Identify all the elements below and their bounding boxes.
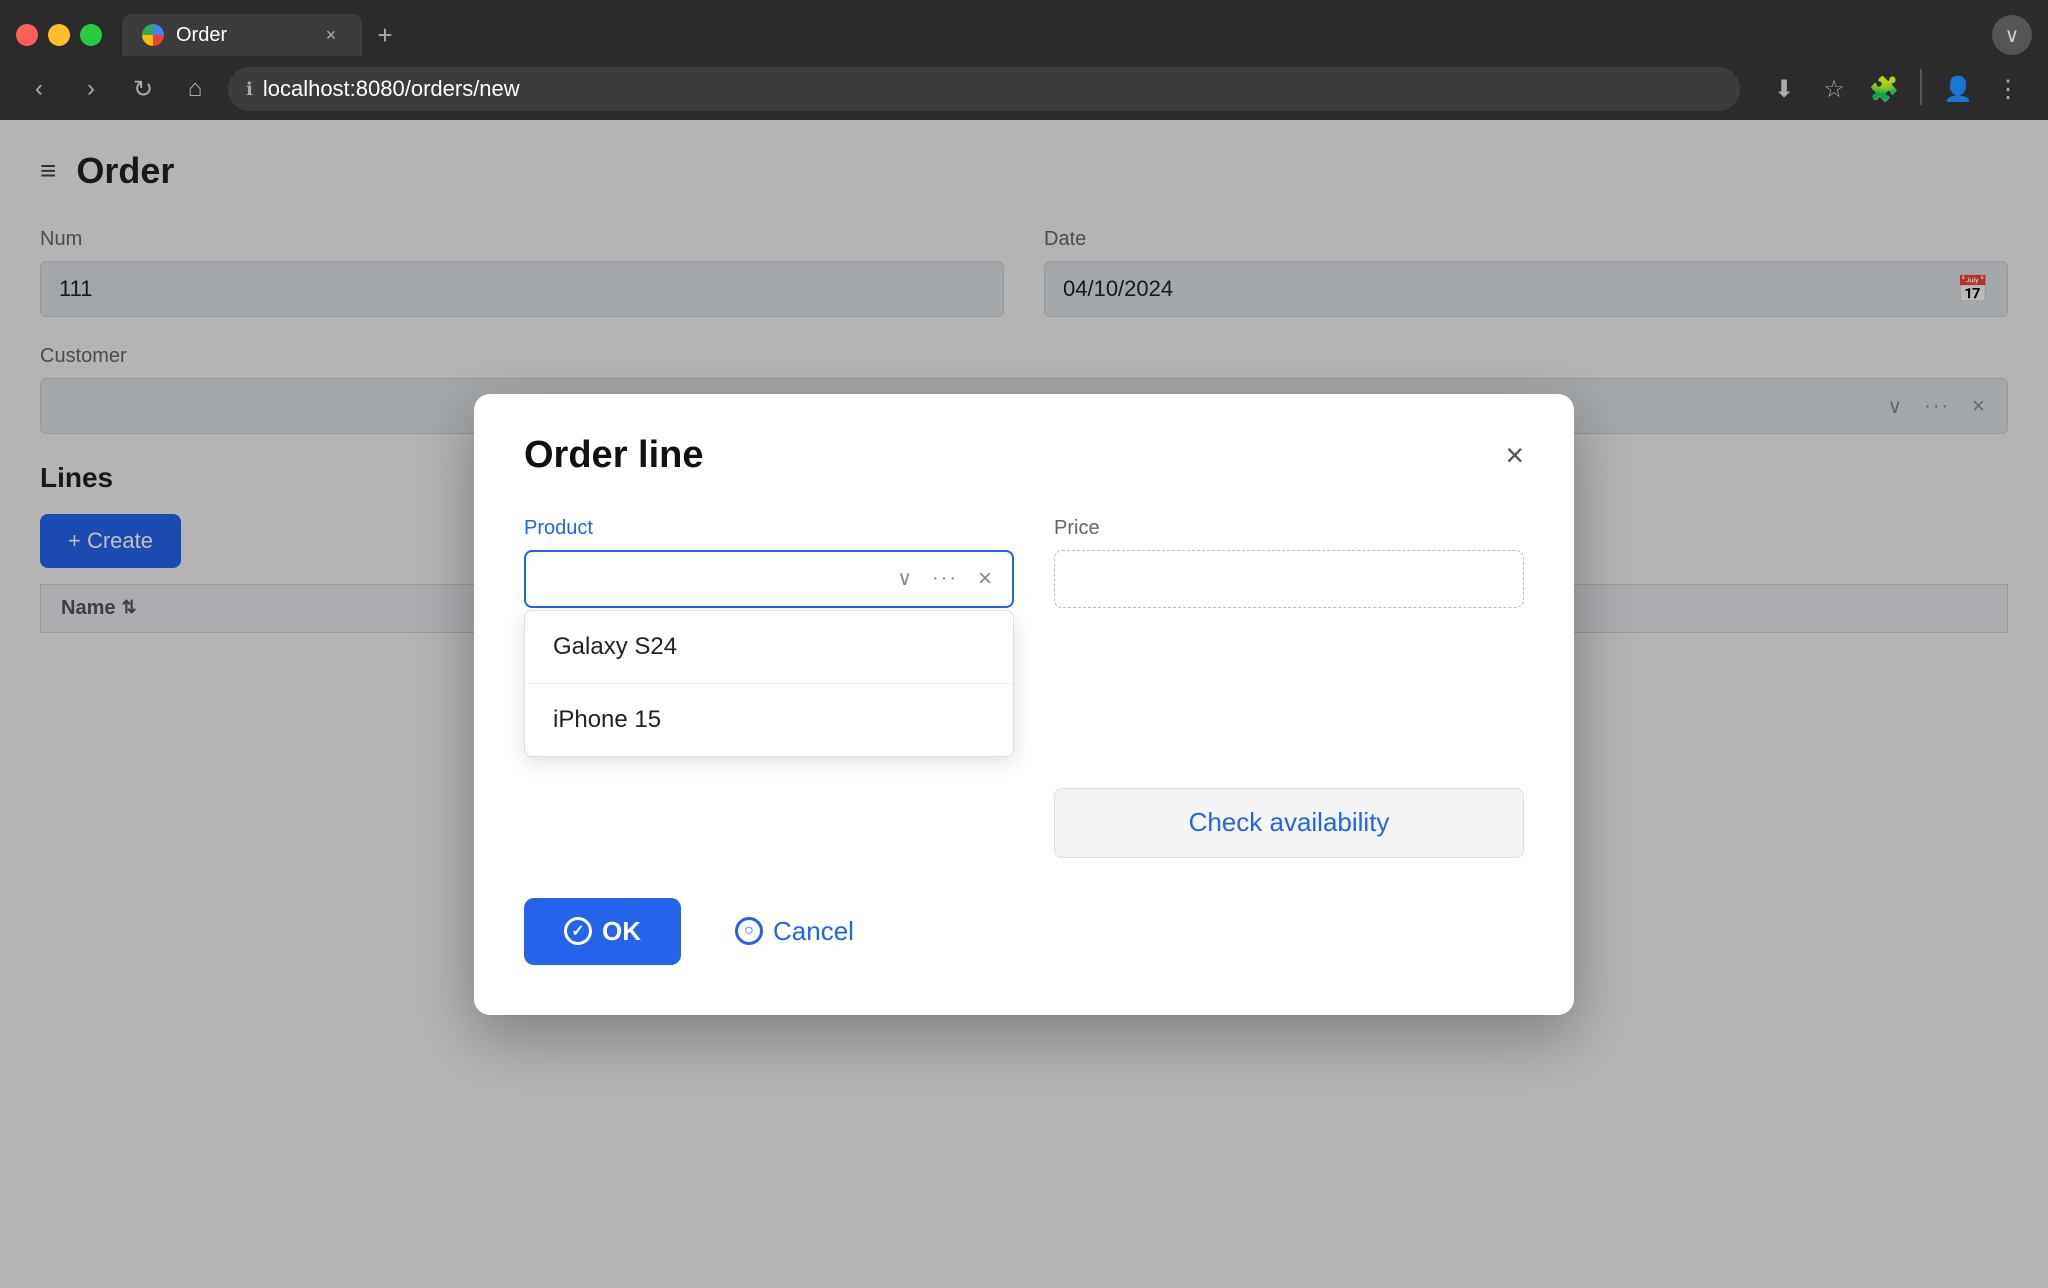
cancel-btn[interactable]: ○ Cancel bbox=[705, 898, 884, 965]
price-label: Price bbox=[1054, 517, 1524, 540]
modal-title: Order line bbox=[524, 434, 704, 477]
url-text: localhost:8080/orders/new bbox=[263, 76, 520, 102]
modal-body: Product ∨ ··· × Galaxy S24 bbox=[524, 517, 1524, 858]
dropdown-item-galaxy-s24[interactable]: Galaxy S24 bbox=[525, 611, 1013, 684]
product-more-btn[interactable]: ··· bbox=[924, 563, 966, 594]
bookmark-icon[interactable]: ☆ bbox=[1814, 69, 1854, 109]
modal-close-btn[interactable]: × bbox=[1505, 439, 1524, 471]
price-input[interactable] bbox=[1054, 550, 1524, 608]
active-tab[interactable]: Order × bbox=[122, 14, 362, 56]
minimize-traffic-light[interactable] bbox=[48, 24, 70, 46]
check-availability-label: Check availability bbox=[1189, 807, 1390, 838]
download-icon[interactable]: ⬇ bbox=[1764, 69, 1804, 109]
modal-footer: ✓ OK ○ Cancel bbox=[524, 898, 1524, 965]
ok-check-icon: ✓ bbox=[564, 917, 592, 945]
order-line-modal: Order line × Product ∨ ··· × bbox=[474, 394, 1574, 1015]
maximize-traffic-light[interactable] bbox=[80, 24, 102, 46]
profile-icon[interactable]: 👤 bbox=[1938, 69, 1978, 109]
tab-close-btn[interactable]: × bbox=[320, 24, 342, 46]
modal-header: Order line × bbox=[524, 434, 1524, 477]
tab-favicon bbox=[142, 24, 164, 46]
tab-bar: Order × + ∨ bbox=[0, 0, 2048, 60]
home-btn[interactable]: ⌂ bbox=[176, 70, 214, 108]
browser-actions: ⬇ ☆ 🧩 👤 ⋮ bbox=[1764, 69, 2028, 109]
product-selector-wrapper: ∨ ··· × Galaxy S24 iPhone 15 bbox=[524, 550, 1014, 608]
tab-title: Order bbox=[176, 24, 227, 47]
new-tab-btn[interactable]: + bbox=[366, 16, 404, 54]
secure-icon: ℹ bbox=[246, 79, 253, 100]
browser-chrome: Order × + ∨ ‹ › ↻ ⌂ ℹ localhost:8080/ord… bbox=[0, 0, 2048, 120]
modal-overlay: Order line × Product ∨ ··· × bbox=[0, 120, 2048, 1288]
refresh-btn[interactable]: ↻ bbox=[124, 70, 162, 108]
close-traffic-light[interactable] bbox=[16, 24, 38, 46]
product-clear-btn[interactable]: × bbox=[972, 561, 998, 597]
address-bar: ‹ › ↻ ⌂ ℹ localhost:8080/orders/new ⬇ ☆ … bbox=[0, 60, 2048, 118]
expand-btn[interactable]: ∨ bbox=[1992, 15, 2032, 55]
product-field-group: Product ∨ ··· × Galaxy S24 bbox=[524, 517, 1014, 608]
extensions-icon[interactable]: 🧩 bbox=[1864, 69, 1904, 109]
dropdown-item-iphone-15[interactable]: iPhone 15 bbox=[525, 684, 1013, 756]
product-dropdown-arrow-icon[interactable]: ∨ bbox=[891, 562, 918, 595]
cancel-label: Cancel bbox=[773, 916, 854, 947]
product-input-row[interactable]: ∨ ··· × bbox=[524, 550, 1014, 608]
menu-icon[interactable]: ⋮ bbox=[1988, 69, 2028, 109]
forward-btn[interactable]: › bbox=[72, 70, 110, 108]
product-text-input[interactable] bbox=[540, 566, 885, 592]
cancel-circle-icon: ○ bbox=[735, 917, 763, 945]
back-btn[interactable]: ‹ bbox=[20, 70, 58, 108]
product-dropdown: Galaxy S24 iPhone 15 bbox=[524, 610, 1014, 757]
url-bar[interactable]: ℹ localhost:8080/orders/new bbox=[228, 67, 1740, 111]
product-label: Product bbox=[524, 517, 1014, 540]
check-availability-btn[interactable]: Check availability bbox=[1054, 788, 1524, 858]
price-field-group: Price Check availability bbox=[1054, 517, 1524, 858]
traffic-lights bbox=[16, 24, 102, 46]
modal-fields-row: Product ∨ ··· × Galaxy S24 bbox=[524, 517, 1524, 858]
ok-btn[interactable]: ✓ OK bbox=[524, 898, 681, 965]
ok-label: OK bbox=[602, 916, 641, 947]
page-content: ≡ Order Num 111 Date 04/10/2024 📅 Custom… bbox=[0, 120, 2048, 1288]
